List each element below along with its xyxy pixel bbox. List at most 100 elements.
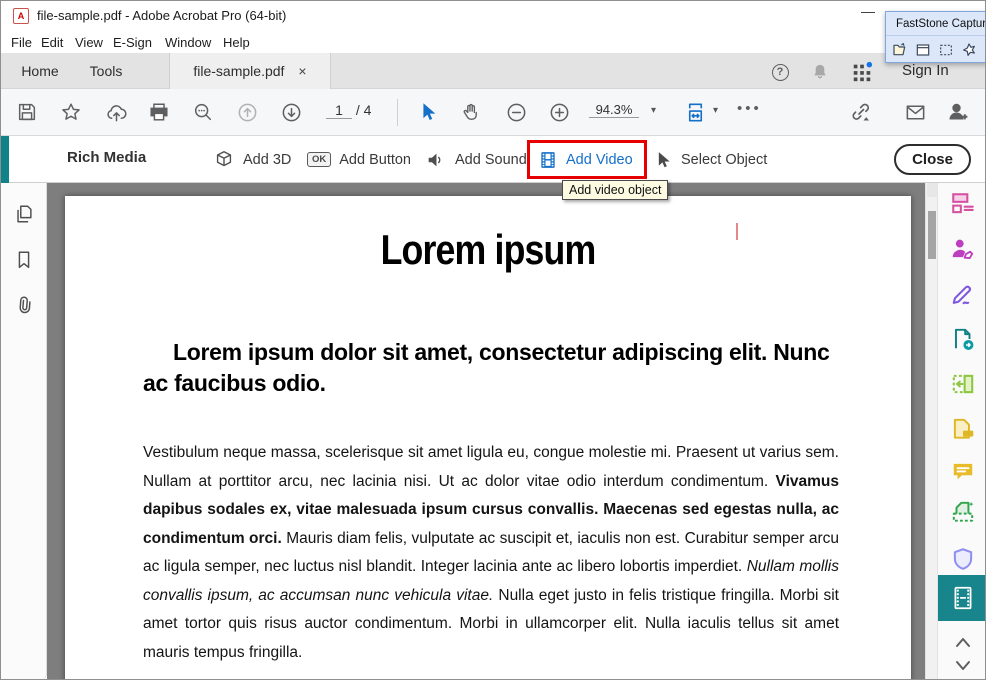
- edit-pdf-icon[interactable]: [950, 371, 976, 397]
- freehand-capture-icon[interactable]: [961, 42, 977, 58]
- select-tool-icon: [417, 101, 439, 123]
- zoom-in-icon: [548, 101, 571, 124]
- fit-width-button[interactable]: [683, 100, 707, 124]
- scroll-up-icon[interactable]: [951, 633, 975, 651]
- vertical-scrollbar[interactable]: [925, 183, 937, 680]
- add-button-button[interactable]: OK Add Button: [307, 136, 411, 183]
- faststone-title: FastStone Capture: [896, 18, 986, 30]
- print-button[interactable]: [147, 100, 171, 124]
- search-button[interactable]: [191, 100, 215, 124]
- custom-tools-icon[interactable]: [950, 191, 976, 217]
- tab-close-icon[interactable]: ×: [298, 63, 306, 79]
- minimize-button[interactable]: —: [855, 3, 881, 19]
- previous-page-button[interactable]: [235, 100, 259, 124]
- content-region: Lorem ipsum Lorem ipsum dolor sit amet, …: [1, 183, 985, 680]
- share-upload-button[interactable]: [104, 100, 128, 124]
- comment-icon[interactable]: [950, 459, 976, 485]
- window-title: file-sample.pdf - Adobe Acrobat Pro (64-…: [37, 8, 286, 23]
- tab-bar: Home Tools file-sample.pdf × ?: [1, 53, 985, 89]
- close-button[interactable]: Close: [894, 144, 971, 175]
- cube-3d-icon: [213, 149, 235, 171]
- add-3d-button[interactable]: Add 3D: [213, 136, 291, 183]
- attachments-icon[interactable]: [9, 291, 40, 322]
- comment-page-icon[interactable]: [950, 416, 976, 442]
- zoom-level-control: 94.3%: [589, 102, 639, 118]
- share-link-icon: [849, 100, 873, 124]
- faststone-title-bar[interactable]: FastStone Capture: [886, 12, 986, 36]
- share-link-button[interactable]: [849, 100, 873, 124]
- certificates-icon[interactable]: [950, 236, 976, 262]
- print-icon: [148, 101, 170, 123]
- left-panel-rail: [1, 183, 47, 680]
- add-person-icon: [945, 100, 969, 124]
- zoom-out-icon: [505, 101, 528, 124]
- scrollbar-top-cap: [927, 183, 937, 197]
- document-heading: Lorem ipsum dolor sit amet, consectetur …: [143, 337, 841, 399]
- protect-icon[interactable]: [950, 546, 976, 572]
- fit-width-icon: [684, 101, 707, 124]
- page-up-icon: [236, 101, 259, 124]
- zoom-out-button[interactable]: [504, 100, 528, 124]
- menu-view[interactable]: View: [71, 33, 107, 52]
- rich-media-title: Rich Media: [67, 149, 146, 166]
- menu-window[interactable]: Window: [161, 33, 215, 52]
- document-viewport[interactable]: Lorem ipsum Lorem ipsum dolor sit amet, …: [47, 183, 925, 680]
- faststone-capture-widget: FastStone Capture: [885, 11, 986, 63]
- add-video-button[interactable]: Add Video: [538, 136, 633, 183]
- favorite-button[interactable]: [59, 100, 83, 124]
- region-capture-icon[interactable]: [938, 42, 954, 58]
- zoom-level-value[interactable]: 94.3%: [589, 102, 639, 118]
- rich-media-tool-active[interactable]: [938, 575, 986, 621]
- zoom-dropdown-icon[interactable]: ▾: [651, 105, 656, 116]
- hand-tool-button[interactable]: [459, 100, 483, 124]
- more-tools-icon[interactable]: •••: [737, 100, 762, 117]
- notifications-button[interactable]: [809, 61, 831, 83]
- add-person-button[interactable]: [945, 100, 969, 124]
- star-icon: [60, 101, 82, 123]
- tooltip: Add video object: [562, 180, 668, 200]
- help-button[interactable]: ?: [769, 61, 791, 83]
- page-number-input[interactable]: 1: [326, 102, 352, 119]
- menu-file[interactable]: File: [7, 33, 36, 52]
- open-icon[interactable]: [892, 42, 908, 58]
- page-number-control: 1 / 4: [326, 102, 371, 119]
- right-tools-rail: [937, 183, 986, 680]
- fill-sign-icon[interactable]: [950, 281, 976, 307]
- search-icon: [192, 101, 214, 123]
- zoom-in-button[interactable]: [547, 100, 571, 124]
- tab-document[interactable]: file-sample.pdf ×: [169, 53, 331, 89]
- menu-esign[interactable]: E-Sign: [109, 33, 156, 52]
- film-icon: [538, 150, 558, 170]
- export-pdf-icon[interactable]: [950, 326, 976, 352]
- fit-dropdown-icon[interactable]: ▾: [713, 105, 718, 116]
- email-icon: [904, 101, 927, 124]
- window-capture-icon[interactable]: [915, 42, 931, 58]
- menu-bar: File Edit View E-Sign Window Help: [1, 31, 985, 53]
- bookmarks-icon[interactable]: [13, 249, 35, 271]
- page-down-icon: [280, 101, 303, 124]
- scroll-down-icon[interactable]: [951, 657, 975, 675]
- menu-edit[interactable]: Edit: [37, 33, 67, 52]
- page-total-label: / 4: [356, 102, 372, 118]
- sign-in-button[interactable]: Sign In: [902, 62, 949, 79]
- menu-help[interactable]: Help: [219, 33, 254, 52]
- cloud-upload-icon: [105, 101, 128, 124]
- bell-icon: [810, 62, 830, 82]
- add-sound-button[interactable]: Add Sound: [425, 136, 527, 183]
- hand-tool-icon: [460, 101, 482, 123]
- app-grid-button[interactable]: [851, 61, 873, 83]
- scan-ocr-icon[interactable]: [950, 499, 976, 525]
- faststone-toolbar: [886, 36, 986, 63]
- scrollbar-thumb[interactable]: [928, 211, 936, 259]
- select-tool-button[interactable]: [416, 100, 440, 124]
- select-object-button[interactable]: Select Object: [653, 136, 767, 183]
- save-button[interactable]: [15, 100, 39, 124]
- email-button[interactable]: [903, 100, 927, 124]
- tab-home[interactable]: Home: [11, 53, 69, 89]
- help-icon: ?: [772, 64, 789, 81]
- tab-tools[interactable]: Tools: [75, 53, 137, 89]
- page-thumbnails-icon[interactable]: [13, 203, 35, 225]
- cursor-arrow-icon: [653, 150, 673, 170]
- tab-document-label: file-sample.pdf: [193, 63, 284, 79]
- next-page-button[interactable]: [279, 100, 303, 124]
